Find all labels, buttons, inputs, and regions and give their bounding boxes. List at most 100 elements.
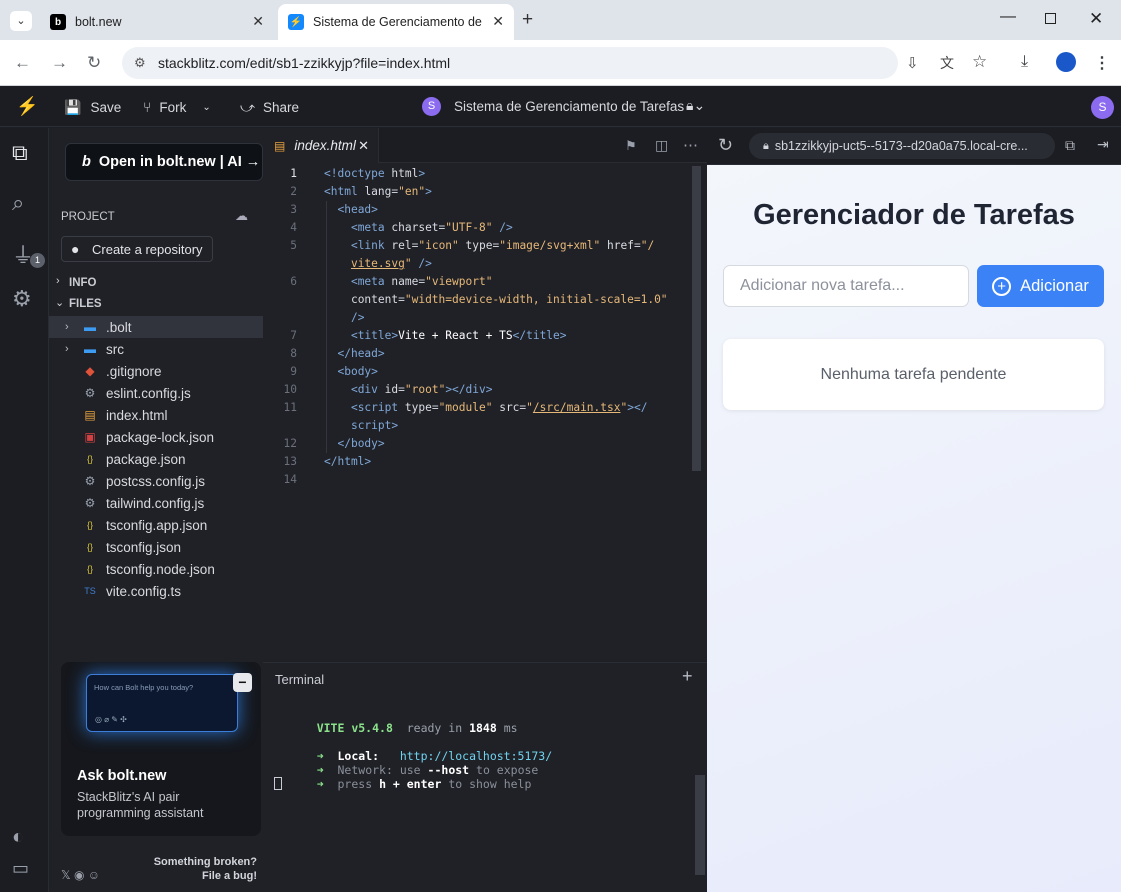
reload-preview-icon[interactable]: ↻ (718, 135, 733, 156)
file-tree-item[interactable]: ⚙ tailwind.config.js (49, 492, 263, 514)
url-input[interactable]: ⚙ stackblitz.com/edit/sb1-zzikkyjp?file=… (122, 47, 987, 79)
more-actions-icon[interactable]: ⋯ (683, 136, 698, 154)
file-tree-folder[interactable]: › ▬ .bolt (49, 316, 263, 338)
save-button[interactable]: 💾 Save (64, 99, 121, 116)
file-tree-folder[interactable]: › ▬ src (49, 338, 263, 360)
open-in-bolt-button[interactable]: b Open in bolt.new | AI → (65, 143, 263, 181)
reload-icon[interactable]: ↻ (87, 53, 101, 73)
code-line: <title>Vite + React + TS</title> (350, 329, 567, 342)
code-editor[interactable]: 1 2 3 4 5 6 7 8 9 10 11 12 13 14 <!doctype html> <htm… (263, 163, 707, 661)
files-section-label[interactable]: FILES (69, 298, 102, 310)
close-icon[interactable]: ✕ (492, 13, 504, 30)
file-tree-item[interactable]: ▣ package-lock.json (49, 426, 263, 448)
file-tree-item[interactable]: TS vite.config.ts (49, 580, 263, 602)
explorer-files-icon[interactable]: ⧉ (12, 140, 28, 166)
terminal-line: ➜ press h + enter to show help (289, 763, 532, 805)
close-window-icon[interactable]: ✕ (1089, 9, 1103, 29)
terminal-panel[interactable]: Terminal + VITE v5.4.8 ready in 1848 ms … (263, 662, 707, 892)
report-bug-link[interactable]: File a bug! (202, 870, 257, 882)
code-line: </body> (337, 437, 385, 450)
stackblitz-header: ⚡ 💾 Save ⑂ Fork ⌄ ⤻ Share S Sistema de G… (0, 87, 1121, 127)
save-label: Save (90, 100, 122, 115)
vite-version: VITE v5.4.8 (316, 721, 393, 735)
code-line: /> (350, 311, 365, 324)
create-repository-label: Create a repository (92, 241, 203, 257)
open-new-window-icon[interactable]: ⧉ (1065, 137, 1075, 154)
file-name: tsconfig.json (106, 539, 182, 555)
collapse-promo-icon[interactable]: − (233, 673, 252, 692)
code-line: <html lang="en"> (324, 185, 432, 198)
close-icon[interactable]: ✕ (358, 138, 369, 154)
create-repository-button[interactable]: ● Create a repository (61, 236, 213, 262)
back-icon[interactable]: ← (14, 53, 31, 73)
translate-icon[interactable]: 文 (940, 53, 954, 73)
terminal-scrollbar[interactable] (695, 775, 705, 875)
fork-button[interactable]: ⑂ Fork ⌄ (143, 99, 211, 115)
file-name: tsconfig.node.json (106, 561, 215, 577)
settings-gear-icon[interactable]: ⚙ (12, 286, 32, 312)
info-section-label[interactable]: INFO (69, 277, 96, 289)
preview-toggle-icon[interactable]: ⚑ (625, 138, 637, 154)
editor-scrollbar[interactable] (692, 166, 701, 471)
extensions-badge: 1 (30, 253, 45, 268)
file-name: package.json (106, 451, 186, 467)
empty-state-text: Nenhuma tarefa pendente (820, 365, 1007, 383)
add-terminal-icon[interactable]: + (682, 666, 693, 687)
profile-avatar-icon[interactable] (1056, 52, 1076, 72)
file-tree-item[interactable]: {} tsconfig.app.json (49, 514, 263, 536)
share-button[interactable]: ⤻ Share (240, 99, 299, 116)
browser-tab-active[interactable]: ⚡ Sistema de Gerenciamento de T ✕ (278, 4, 514, 40)
new-tab-icon[interactable]: + (522, 9, 533, 31)
bookmark-star-icon[interactable]: ☆ (972, 52, 987, 72)
lock-icon[interactable]: 🔒︎⌄ (686, 97, 705, 114)
search-icon[interactable]: ⌕ (12, 190, 24, 216)
theme-toggle-icon[interactable]: ◐ (12, 826, 24, 849)
social-icons[interactable]: 𝕏 ◉ ☺ (61, 868, 100, 882)
ready-time: 1848 (469, 721, 497, 735)
report-bug-link[interactable]: Something broken? (154, 856, 257, 868)
file-name: package-lock.json (106, 429, 215, 445)
panel-layout-icon[interactable]: ▭ (12, 858, 29, 879)
maximize-icon[interactable] (1045, 13, 1056, 24)
close-icon[interactable]: ✕ (252, 13, 264, 30)
fork-label: Fork (159, 99, 187, 115)
minimize-icon[interactable]: — (1000, 8, 1016, 26)
editor-tab-index-html[interactable]: ▤ index.html ✕ (263, 128, 379, 163)
browser-tab-bolt[interactable]: b bolt.new ✕ (40, 4, 274, 40)
cloud-upload-icon[interactable]: ☁ (235, 208, 248, 224)
promo-toolbar-icons: ◎ ⌀ ✎ ✣ (95, 715, 127, 724)
chevron-right-icon: › (56, 275, 60, 287)
project-title[interactable]: Sistema de Gerenciamento de Tarefas (454, 99, 684, 114)
lock-icon: 🔒︎ (763, 139, 769, 152)
download-icon[interactable]: ⤓ (1021, 53, 1028, 71)
file-name: eslint.config.js (106, 385, 191, 401)
file-tree-item[interactable]: {} tsconfig.json (49, 536, 263, 558)
site-info-icon[interactable]: ⚙ (134, 55, 146, 71)
more-menu-icon[interactable]: ⋮ (1094, 53, 1110, 73)
tab-search-button[interactable]: ⌄ (10, 11, 32, 31)
split-editor-icon[interactable]: ◫ (655, 137, 668, 154)
app-preview: Gerenciador de Tarefas Adicionar nova ta… (707, 165, 1121, 892)
file-tree-item[interactable]: ⚙ eslint.config.js (49, 382, 263, 404)
new-task-input[interactable]: Adicionar nova tarefa... (723, 265, 969, 307)
preview-url-input[interactable]: 🔒︎ sb1zzikkyjp-uct5--5173--d20a0a75.loca… (749, 133, 1055, 159)
user-avatar[interactable]: S (1091, 96, 1114, 119)
share-label: Share (262, 100, 299, 115)
html5-icon: ▤ (274, 138, 286, 153)
editor-tab-bar: ▤ index.html ✕ ⚑ ◫ ⋯ (263, 128, 707, 163)
file-tree-item[interactable]: ◆ .gitignore (49, 360, 263, 382)
gear-icon: ⚙ (84, 474, 96, 488)
collapse-preview-icon[interactable]: ⇥ (1097, 136, 1109, 153)
forward-icon[interactable]: → (51, 53, 68, 73)
json-icon: {} (86, 542, 93, 552)
install-app-icon[interactable]: ⇩ (906, 54, 919, 72)
file-name: .bolt (106, 319, 132, 335)
line-number: 10 (283, 383, 297, 396)
add-task-button[interactable]: + Adicionar (977, 265, 1104, 307)
ask-bolt-promo[interactable]: How can Bolt help you today? ◎ ⌀ ✎ ✣ − A… (61, 662, 261, 836)
file-tree-item[interactable]: {} package.json (49, 448, 263, 470)
file-tree-item[interactable]: ⚙ postcss.config.js (49, 470, 263, 492)
file-tree-item[interactable]: ▤ index.html (49, 404, 263, 426)
file-tree-item[interactable]: {} tsconfig.node.json (49, 558, 263, 580)
stackblitz-logo-icon[interactable]: ⚡ (16, 96, 38, 117)
